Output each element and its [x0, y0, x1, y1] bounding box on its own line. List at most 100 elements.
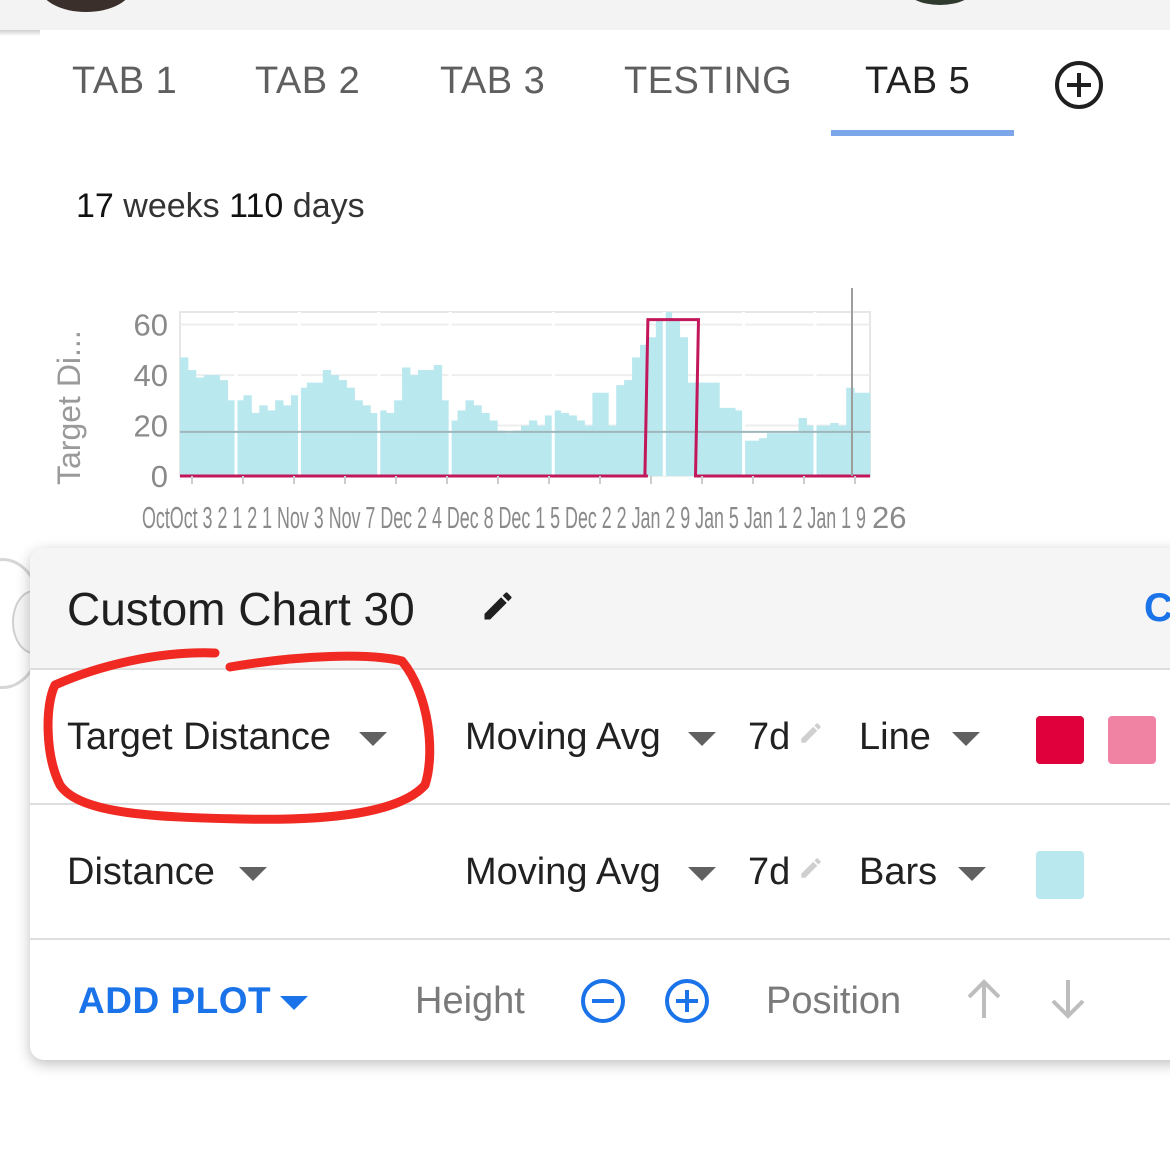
style-select-label[interactable]: Bars [859, 851, 937, 894]
bar [766, 433, 776, 476]
bar [330, 375, 340, 476]
aggregation-select-label[interactable]: Moving Avg [465, 851, 661, 894]
bar [751, 440, 760, 476]
add-plot-button[interactable]: ADD PLOT [78, 980, 271, 1022]
bar [251, 412, 260, 476]
aggregation-select-label[interactable]: Moving Avg [465, 716, 661, 759]
bar-gap [813, 312, 817, 476]
y-axis-label: Target Di... [51, 330, 87, 485]
bar [584, 425, 593, 476]
bar [608, 425, 617, 476]
bar [481, 412, 490, 476]
bar [616, 385, 625, 476]
bar-gap [742, 312, 746, 476]
height-decrease-icon[interactable] [580, 978, 626, 1024]
bar [187, 370, 197, 476]
bar [822, 425, 831, 476]
chevron-down-icon[interactable] [958, 867, 986, 881]
bar-gap [377, 312, 381, 476]
y-tick-label: 20 [134, 409, 168, 444]
color-swatch-primary[interactable] [1036, 851, 1084, 899]
edit-window-icon[interactable] [798, 855, 824, 881]
bar [259, 405, 268, 476]
y-tick-label: 0 [151, 459, 168, 494]
edit-pencil-icon[interactable] [480, 588, 516, 624]
height-label: Height [415, 980, 525, 1022]
window-value[interactable]: 7d [748, 851, 790, 894]
tab-1[interactable]: TAB 1 [72, 60, 177, 103]
chevron-down-icon[interactable] [688, 867, 716, 881]
bar [425, 370, 435, 476]
tab-3[interactable]: TAB 3 [440, 60, 545, 103]
bar [433, 364, 443, 476]
app-top-bar [0, 0, 1170, 30]
distance-chart[interactable]: 0 20 40 60 Target Di... OctOct 3 2 1 2 1 No… [0, 280, 930, 540]
height-increase-icon[interactable] [664, 978, 710, 1024]
bar-gap [662, 312, 666, 476]
window-value[interactable]: 7d [748, 716, 790, 759]
tab-2[interactable]: TAB 2 [255, 60, 360, 103]
bar [354, 400, 363, 476]
bar [854, 392, 863, 476]
active-tab-indicator [831, 130, 1014, 136]
metric-select-label[interactable]: Distance [67, 851, 215, 894]
bar [838, 425, 847, 476]
bar [489, 420, 498, 476]
tab-bar: TAB 1 TAB 2 TAB 3 TESTING TAB 5 [0, 30, 1170, 140]
bar [386, 412, 395, 476]
color-swatch-primary[interactable] [1036, 716, 1084, 764]
bar-gap [448, 312, 452, 476]
bar [521, 425, 530, 476]
bar [322, 370, 332, 476]
bar [203, 375, 213, 476]
position-label: Position [766, 980, 902, 1022]
bar [243, 395, 252, 476]
bar [465, 400, 474, 476]
style-select-label[interactable]: Line [859, 716, 931, 759]
tab-testing[interactable]: TESTING [624, 60, 792, 103]
edit-window-icon[interactable] [798, 720, 824, 746]
bar [782, 433, 792, 476]
custom-chart-card: Custom Chart 30 C Target Distance Moving… [30, 548, 1170, 1060]
plot-row: Target Distance Moving Avg 7d Line [30, 670, 1170, 805]
tab-5[interactable]: TAB 5 [865, 60, 970, 103]
bar [275, 400, 284, 476]
bar [568, 415, 577, 476]
bar [592, 392, 601, 476]
bar [719, 407, 728, 476]
days-value: 110 [229, 187, 284, 225]
bar [505, 433, 514, 476]
chevron-down-icon[interactable] [359, 732, 387, 746]
chevron-down-icon[interactable] [952, 732, 980, 746]
days-unit: days [292, 187, 365, 225]
bar [457, 410, 466, 476]
bar [394, 400, 403, 476]
chevron-down-icon[interactable] [239, 867, 267, 881]
card-header-action[interactable]: C [1144, 586, 1170, 631]
card-footer: ADD PLOT Height Position [30, 940, 1170, 1060]
bar [560, 412, 570, 476]
bar [267, 410, 276, 476]
arrow-up-icon[interactable] [964, 978, 1004, 1020]
chevron-down-icon[interactable] [688, 732, 716, 746]
y-tick-label: 40 [134, 358, 168, 393]
card-header: Custom Chart 30 C [30, 548, 1170, 670]
bar [862, 392, 871, 476]
bar [671, 319, 681, 476]
bar [632, 357, 641, 476]
metric-select-label[interactable]: Target Distance [67, 716, 331, 759]
bar [211, 375, 221, 476]
bar [497, 430, 506, 476]
bar [536, 425, 546, 476]
weeks-unit: weeks [123, 187, 220, 225]
add-tab-icon[interactable] [1054, 60, 1104, 110]
bar [758, 438, 768, 476]
bar-gap [551, 312, 555, 476]
bar [283, 405, 292, 476]
color-swatch-secondary[interactable] [1108, 716, 1156, 764]
duration-summary: 17 weeks 110 days [76, 187, 365, 226]
arrow-down-icon[interactable] [1048, 978, 1088, 1020]
bar [790, 433, 800, 476]
chevron-down-icon[interactable] [280, 996, 308, 1010]
bar [679, 337, 688, 476]
